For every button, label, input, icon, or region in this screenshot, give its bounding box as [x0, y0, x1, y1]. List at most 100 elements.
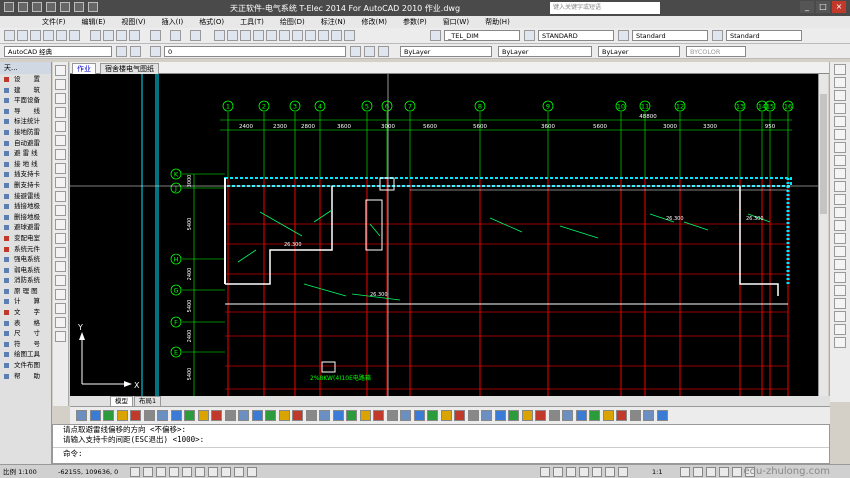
fillet-icon[interactable]: [834, 259, 846, 270]
menu-draw[interactable]: 绘图(D): [272, 16, 313, 28]
screen-menu-item[interactable]: 自动避雷: [0, 138, 51, 149]
line-icon[interactable]: [55, 65, 66, 76]
menu-parameters[interactable]: 参数(P): [395, 16, 435, 28]
tangent-tool-icon[interactable]: [521, 410, 533, 421]
menu-dimension[interactable]: 标注(N): [313, 16, 354, 28]
plot-icon[interactable]: [43, 30, 54, 41]
screen-menu-item[interactable]: 建 筑: [0, 85, 51, 96]
tangent-tool-icon[interactable]: [265, 410, 276, 421]
revcloud-icon[interactable]: [55, 163, 66, 174]
screen-menu-item[interactable]: 绘图工具: [0, 349, 51, 360]
menu-tools[interactable]: 工具(T): [232, 16, 272, 28]
match-prop-icon[interactable]: [129, 30, 140, 41]
screen-menu-item[interactable]: 平面设备: [0, 95, 51, 106]
open-file-icon[interactable]: [17, 30, 28, 41]
menu-help[interactable]: 帮助(H): [477, 16, 518, 28]
redo-icon[interactable]: [74, 2, 84, 12]
properties-icon[interactable]: [266, 30, 277, 41]
lwt-toggle[interactable]: [234, 467, 244, 477]
screen-menu-item[interactable]: 变配电室: [0, 233, 51, 244]
array-icon[interactable]: [834, 116, 846, 127]
vertical-scrollbar[interactable]: [818, 74, 828, 396]
help-tool-icon[interactable]: [344, 30, 355, 41]
offset-icon[interactable]: [834, 103, 846, 114]
tangent-tool-icon[interactable]: [589, 410, 600, 421]
tangent-tool-icon[interactable]: [467, 410, 479, 421]
open-icon[interactable]: [32, 2, 42, 12]
rotate-icon[interactable]: [834, 142, 846, 153]
workspace-save-icon[interactable]: [130, 46, 141, 57]
cut-icon[interactable]: [90, 30, 101, 41]
table-style-select[interactable]: Standard: [632, 30, 708, 41]
tangent-tool-icon[interactable]: [535, 410, 546, 421]
screen-menu-item[interactable]: 文 字: [0, 307, 51, 318]
tangent-tool-icon[interactable]: [332, 410, 344, 421]
tangent-tool-icon[interactable]: [238, 410, 249, 421]
tab-layout1[interactable]: 布局1: [134, 396, 162, 406]
scroll-thumb[interactable]: [820, 94, 827, 214]
screen-menu-item[interactable]: 避 雷 线: [0, 148, 51, 159]
tangent-tool-icon[interactable]: [413, 410, 425, 421]
tab-current-drawing[interactable]: 作业: [72, 63, 96, 74]
tangent-tool-icon[interactable]: [251, 410, 263, 421]
menu-insert[interactable]: 插入(I): [154, 16, 192, 28]
screen-menu-item[interactable]: 表 格: [0, 318, 51, 329]
drawing-scale[interactable]: 比例 1:100: [3, 467, 37, 477]
annotation-scale[interactable]: 1:1: [652, 467, 662, 477]
screen-menu-item[interactable]: 尺 寸: [0, 328, 51, 339]
arc-icon[interactable]: [55, 135, 66, 146]
workspace-select[interactable]: AutoCAD 经典: [4, 46, 112, 57]
circle-icon[interactable]: [55, 149, 66, 160]
snap-toggle[interactable]: [130, 467, 140, 477]
pan-icon[interactable]: [214, 30, 225, 41]
tangent-tool-icon[interactable]: [211, 410, 222, 421]
make-current-layer-icon[interactable]: [350, 46, 361, 57]
block-editor-icon[interactable]: [150, 30, 161, 41]
screen-menu-item[interactable]: 导 线: [0, 106, 51, 117]
screen-menu-item[interactable]: 计 算: [0, 296, 51, 307]
model-space-icon[interactable]: [540, 467, 550, 477]
auto-scale-icon[interactable]: [693, 467, 703, 477]
mleader-style-select[interactable]: Standard: [726, 30, 802, 41]
menu-modify[interactable]: 修改(M): [353, 16, 395, 28]
linetype-select[interactable]: ByLayer: [498, 46, 592, 57]
tangent-tool-icon[interactable]: [440, 410, 452, 421]
maximize-button[interactable]: □: [816, 1, 830, 13]
explode-icon[interactable]: [834, 272, 846, 283]
tangent-tool-icon[interactable]: [319, 410, 330, 421]
save-icon[interactable]: [46, 2, 56, 12]
minimize-button[interactable]: _: [800, 1, 814, 13]
copy-icon[interactable]: [103, 30, 114, 41]
layer-select[interactable]: 0: [164, 46, 346, 57]
zoom-realtime-icon[interactable]: [227, 30, 238, 41]
markup-icon[interactable]: [318, 30, 329, 41]
steering-wheel-icon[interactable]: [605, 467, 615, 477]
design-center-icon[interactable]: [279, 30, 290, 41]
tangent-tool-icon[interactable]: [656, 410, 668, 421]
tangent-tool-icon[interactable]: [143, 410, 155, 421]
grid-toggle[interactable]: [143, 467, 153, 477]
region-icon[interactable]: [55, 289, 66, 300]
tangent-tool-icon[interactable]: [76, 410, 87, 421]
layer-state-icon[interactable]: [378, 46, 389, 57]
tangent-tool-icon[interactable]: [386, 410, 398, 421]
publish-icon[interactable]: [69, 30, 80, 41]
workspace-switch-icon[interactable]: [706, 467, 716, 477]
tangent-tool-icon[interactable]: [278, 410, 290, 421]
menu-edit[interactable]: 编辑(E): [74, 16, 114, 28]
insert-block-icon[interactable]: [55, 219, 66, 230]
tangent-tool-icon[interactable]: [575, 410, 587, 421]
tangent-tool-icon[interactable]: [548, 410, 560, 421]
polar-toggle[interactable]: [169, 467, 179, 477]
rectangle-icon[interactable]: [55, 121, 66, 132]
tangent-tool-icon[interactable]: [346, 410, 357, 421]
screen-menu-item[interactable]: 系统元件: [0, 244, 51, 255]
tangent-tool-icon[interactable]: [359, 410, 371, 421]
text-style-select[interactable]: _TEL_DIM: [444, 30, 520, 41]
zoom-window-icon[interactable]: [240, 30, 251, 41]
preview-icon[interactable]: [56, 30, 67, 41]
hatch-icon[interactable]: [55, 261, 66, 272]
join-icon[interactable]: [834, 233, 846, 244]
screen-menu-item[interactable]: 原 理 图: [0, 286, 51, 297]
tangent-tool-icon[interactable]: [400, 410, 411, 421]
